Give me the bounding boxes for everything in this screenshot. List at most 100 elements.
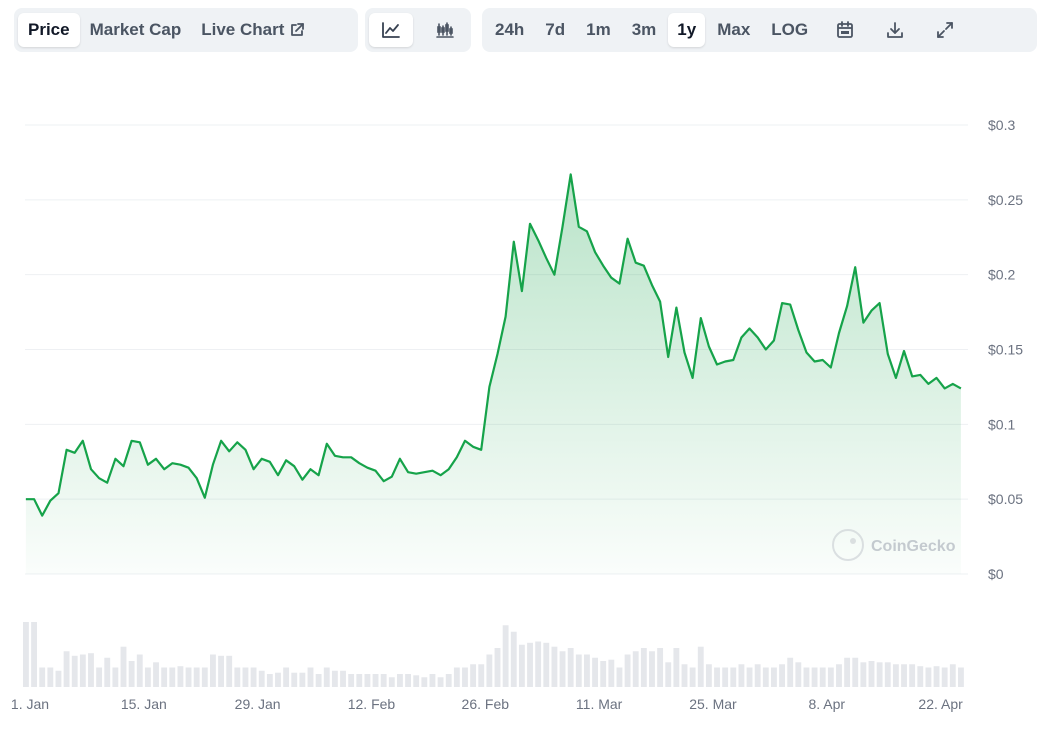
download-button[interactable]	[873, 13, 917, 47]
candlestick-chart-button[interactable]	[423, 13, 467, 47]
volume-bar	[153, 662, 159, 687]
y-tick-label: $0.25	[988, 192, 1023, 208]
volume-bar	[949, 664, 956, 687]
tab-market-cap[interactable]: Market Cap	[80, 13, 192, 47]
volume-bar	[307, 667, 314, 687]
volume-bar	[681, 664, 688, 687]
x-tick-label: 26. Feb	[462, 696, 510, 712]
volume-bar	[592, 657, 598, 687]
volume-bar	[819, 667, 826, 687]
y-tick-label: $0	[988, 566, 1004, 582]
volume-bar	[96, 667, 103, 687]
volume-bar	[909, 664, 916, 687]
y-tick-label: $0.05	[988, 491, 1023, 507]
volume-bar	[380, 674, 387, 687]
volume-bar	[242, 667, 249, 687]
volume-bar	[79, 654, 86, 687]
tab-live-chart[interactable]: Live Chart	[191, 13, 315, 47]
range-and-tools: 24h 7d 1m 3m 1y Max LOG	[482, 8, 1037, 52]
log-scale-toggle[interactable]: LOG	[762, 13, 817, 47]
volume-bar	[88, 653, 94, 687]
volume-bar	[112, 667, 119, 687]
volume-bar	[397, 674, 403, 687]
volume-bar	[876, 662, 883, 687]
volume-bar	[738, 664, 745, 687]
volume-bar	[754, 664, 761, 687]
range-max[interactable]: Max	[708, 13, 759, 47]
volume-bar	[689, 667, 696, 687]
range-1m[interactable]: 1m	[577, 13, 620, 47]
volume-bar	[218, 655, 224, 687]
volume-bar	[226, 655, 233, 687]
fullscreen-button[interactable]	[923, 13, 967, 47]
x-tick-label: 22. Apr	[918, 696, 963, 712]
volume-bar	[901, 664, 907, 687]
volume-bar	[852, 657, 859, 687]
range-3m[interactable]: 3m	[623, 13, 666, 47]
line-chart-button[interactable]	[369, 13, 413, 47]
x-tick-label: 11. Mar	[576, 696, 623, 712]
volume-bar	[445, 674, 452, 687]
price-chart-svg[interactable]: $0 $0.05 $0.1 $0.15 $0.2 $0.25 $0.3 1. Jan 15. …	[0, 60, 1037, 725]
x-tick-label: 25. Mar	[689, 696, 737, 712]
volume-bar	[551, 646, 558, 687]
volume-bar	[884, 662, 891, 687]
volume-bar	[941, 667, 948, 687]
volume-bar	[47, 667, 54, 687]
volume-bar	[868, 661, 875, 687]
volume-bar	[836, 664, 842, 687]
volume-bar	[291, 672, 298, 687]
range-7d[interactable]: 7d	[536, 13, 574, 47]
price-chart[interactable]: $0 $0.05 $0.1 $0.15 $0.2 $0.25 $0.3 1. Jan 15. …	[0, 60, 1037, 725]
volume-bar	[762, 667, 769, 687]
volume-bar	[567, 648, 574, 687]
volume-bar	[372, 674, 379, 687]
volume-bar	[892, 664, 899, 687]
volume-bar	[811, 667, 818, 687]
volume-bar	[657, 648, 664, 687]
date-range-button[interactable]	[823, 13, 867, 47]
x-tick-label: 29. Jan	[235, 696, 281, 712]
volume-bar	[697, 646, 704, 687]
volume-bar	[136, 654, 143, 687]
volume-bar	[210, 654, 216, 687]
volume-bar	[388, 677, 395, 687]
volume-bar	[340, 670, 346, 687]
volume-bar	[177, 666, 184, 687]
volume-bar	[429, 674, 436, 687]
volume-bar	[746, 667, 753, 687]
volume-bar	[787, 657, 794, 687]
volume-bar	[543, 642, 550, 687]
range-24h[interactable]: 24h	[486, 13, 533, 47]
volume-bar	[933, 666, 940, 687]
y-tick-label: $0.2	[988, 267, 1015, 283]
watermark-text: CoinGecko	[871, 538, 956, 555]
volume-bar	[453, 667, 460, 687]
volume-bar	[673, 648, 680, 687]
volume-bar	[23, 622, 29, 687]
volume-bar	[624, 654, 631, 687]
volume-bar	[169, 667, 176, 687]
volume-bar	[860, 662, 867, 687]
volume-bar	[722, 667, 729, 687]
volume-bar	[486, 654, 493, 687]
volume-bar	[315, 674, 322, 687]
volume-bar	[421, 677, 428, 687]
volume-bar	[55, 670, 62, 687]
range-1y[interactable]: 1y	[668, 13, 706, 47]
live-chart-label: Live Chart	[201, 20, 285, 39]
volume-bar	[925, 667, 932, 687]
volume-bar	[584, 654, 590, 687]
x-tick-label: 15. Jan	[121, 696, 167, 712]
x-tick-label: 12. Feb	[348, 696, 396, 712]
volume-bar	[844, 657, 851, 687]
volume-bar	[437, 677, 444, 687]
volume-bar	[917, 666, 924, 687]
volume-bar	[518, 644, 525, 687]
volume-bar	[71, 655, 78, 687]
volume-bar	[779, 664, 785, 687]
volume-bar	[250, 667, 257, 687]
volume-bar	[234, 667, 241, 687]
x-tick-label: 8. Apr	[808, 696, 845, 712]
tab-price[interactable]: Price	[18, 13, 80, 47]
